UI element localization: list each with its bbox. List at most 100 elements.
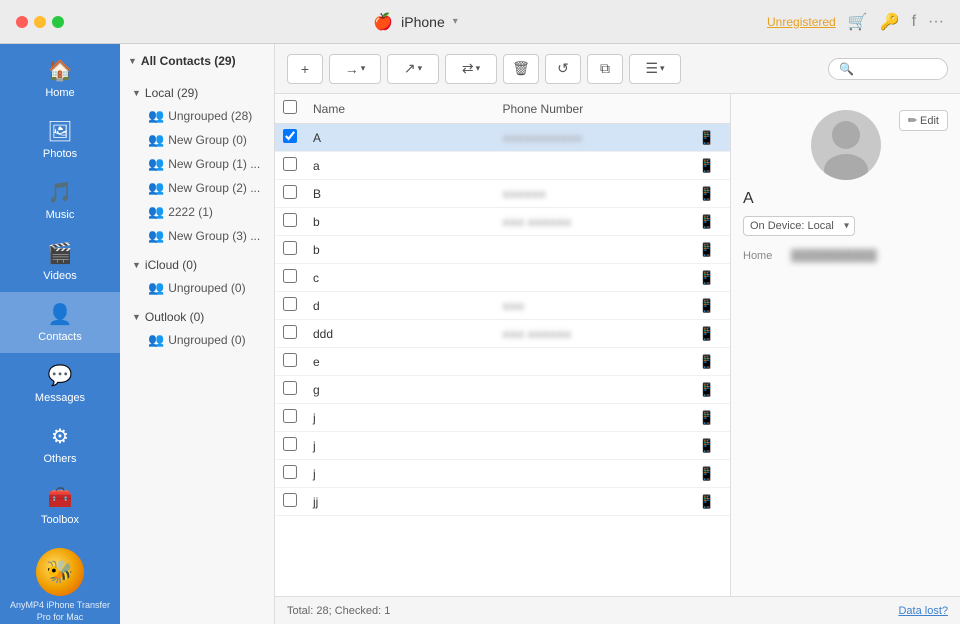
tree-all-contacts[interactable]: ▼ All Contacts (29) [120,44,274,78]
table-row[interactable]: g📱 [275,376,730,404]
row-checkbox[interactable] [283,157,297,171]
tree-icloud-ungrouped[interactable]: 👥 Ungrouped (0) [120,276,274,300]
check-all-checkbox[interactable] [283,100,297,114]
table-row[interactable]: j📱 [275,404,730,432]
col-phone-header: Phone Number [503,102,693,116]
detail-field-value: ███████████ [791,250,948,262]
sidebar-item-contacts[interactable]: 👤 Contacts [0,292,120,353]
tree-local-new-group-0[interactable]: 👥 New Group (0) [120,128,274,152]
tree-outlook-ungrouped[interactable]: 👥 Ungrouped (0) [120,328,274,352]
main-layout: 🏠 Home 🖼 Photos 🎵 Music 🎬 Videos 👤 Conta… [0,44,960,624]
tree-icloud-header[interactable]: ▼ iCloud (0) [120,252,274,276]
facebook-icon[interactable]: f [912,13,916,31]
sidebar-item-photos[interactable]: 🖼 Photos [0,109,120,170]
more-button[interactable]: ☰ ▾ [629,54,681,84]
pencil-icon: ✏ [908,114,917,127]
sidebar-item-videos[interactable]: 🎬 Videos [0,231,120,292]
unregistered-link[interactable]: Unregistered [767,15,836,29]
contact-name: a [313,159,503,173]
copy-button[interactable]: ⧉ [587,54,623,84]
export-button[interactable]: ↗ ▾ [387,54,439,84]
tree-local-2222[interactable]: 👥 2222 (1) [120,200,274,224]
tree-local-new-group-2[interactable]: 👥 New Group (2) ... [120,176,274,200]
chat-icon[interactable]: ··· [928,13,944,31]
toolbox-icon: 🧰 [48,485,73,510]
row-checkbox[interactable] [283,269,297,283]
sidebar-item-others[interactable]: ⚙ Others [0,414,120,475]
table-row[interactable]: A●●●●●●●●●●●📱 [275,124,730,152]
refresh-button[interactable]: ↺ [545,54,581,84]
tree-local-header[interactable]: ▼ Local (29) [120,80,274,104]
table-row[interactable]: d●●●📱 [275,292,730,320]
transfer-button[interactable]: ⇄ ▾ [445,54,497,84]
row-checkbox[interactable] [283,241,297,255]
row-checkbox[interactable] [283,325,297,339]
home-icon: 🏠 [48,58,73,83]
table-row[interactable]: b📱 [275,236,730,264]
delete-button[interactable]: 🗑 [503,54,539,84]
sidebar-item-home[interactable]: 🏠 Home [0,48,120,109]
detail-device-select[interactable]: On Device: Local [743,216,855,236]
row-checkbox[interactable] [283,297,297,311]
tree-local-2222-label: 2222 (1) [168,205,213,219]
key-icon[interactable]: 🔑 [880,12,900,32]
cart-icon[interactable]: 🛒 [848,12,868,32]
add-button[interactable]: + [287,54,323,84]
row-checkbox[interactable] [283,437,297,451]
table-row[interactable]: e📱 [275,348,730,376]
table-row[interactable]: B●●●●●●📱 [275,180,730,208]
contact-name: ddd [313,327,503,341]
contact-device-icon: 📱 [692,438,722,454]
tree-icloud-ungrouped-label: Ungrouped (0) [168,281,245,295]
table-row[interactable]: j📱 [275,460,730,488]
detail-field-row: Home ███████████ [743,250,948,262]
contact-device-icon: 📱 [692,494,722,510]
tree-local-ungrouped[interactable]: 👥 Ungrouped (28) [120,104,274,128]
contact-phone: ●●●●●●●●●●● [503,131,693,145]
tree-local-new-group-3[interactable]: 👥 New Group (3) ... [120,224,274,248]
group-icon-7: 👥 [148,280,164,296]
sidebar-item-toolbox[interactable]: 🧰 Toolbox [0,475,120,536]
import-button[interactable]: → ▾ [329,54,381,84]
data-lost-link[interactable]: Data lost? [898,605,948,617]
minimize-button[interactable] [34,16,46,28]
contact-phone: ●●● ●●●●●● [503,327,693,341]
row-checkbox[interactable] [283,409,297,423]
table-row[interactable]: a📱 [275,152,730,180]
triangle-icon: ▼ [128,56,137,66]
search-input[interactable] [860,62,940,76]
row-checkbox[interactable] [283,381,297,395]
close-button[interactable] [16,16,28,28]
toolbar: + → ▾ ↗ ▾ ⇄ ▾ 🗑 ↺ ⧉ ☰ [275,44,960,94]
export-chevron-icon: ▾ [418,63,423,74]
more-chevron-icon: ▾ [660,63,665,74]
sidebar-item-label-home: Home [45,87,74,99]
edit-button[interactable]: ✏ Edit [899,110,948,131]
contact-device-icon: 📱 [692,298,722,314]
traffic-lights [16,16,64,28]
contact-device-icon: 📱 [692,158,722,174]
sidebar-nav: 🏠 Home 🖼 Photos 🎵 Music 🎬 Videos 👤 Conta… [0,44,120,536]
detail-device-select-wrapper[interactable]: On Device: Local [743,216,855,236]
row-checkbox[interactable] [283,465,297,479]
group-icon: 👥 [148,108,164,124]
tree-local-new-group-1[interactable]: 👥 New Group (1) ... [120,152,274,176]
row-checkbox[interactable] [283,353,297,367]
sidebar-footer[interactable]: 🐝 AnyMP4 iPhone Transfer Pro for Mac [0,536,120,624]
table-row[interactable]: c📱 [275,264,730,292]
tree-outlook-header[interactable]: ▼ Outlook (0) [120,304,274,328]
chevron-down-icon[interactable]: ▾ [453,16,458,27]
sidebar-item-messages[interactable]: 💬 Messages [0,353,120,414]
table-row[interactable]: j📱 [275,432,730,460]
row-checkbox[interactable] [283,185,297,199]
edit-label: Edit [920,115,939,127]
maximize-button[interactable] [52,16,64,28]
table-row[interactable]: ddd●●● ●●●●●●📱 [275,320,730,348]
sidebar-item-music[interactable]: 🎵 Music [0,170,120,231]
row-checkbox[interactable] [283,129,297,143]
row-checkbox[interactable] [283,213,297,227]
table-row[interactable]: jj📱 [275,488,730,516]
status-bar: Total: 28; Checked: 1 Data lost? [275,596,960,624]
table-row[interactable]: b●●● ●●●●●●📱 [275,208,730,236]
row-checkbox[interactable] [283,493,297,507]
